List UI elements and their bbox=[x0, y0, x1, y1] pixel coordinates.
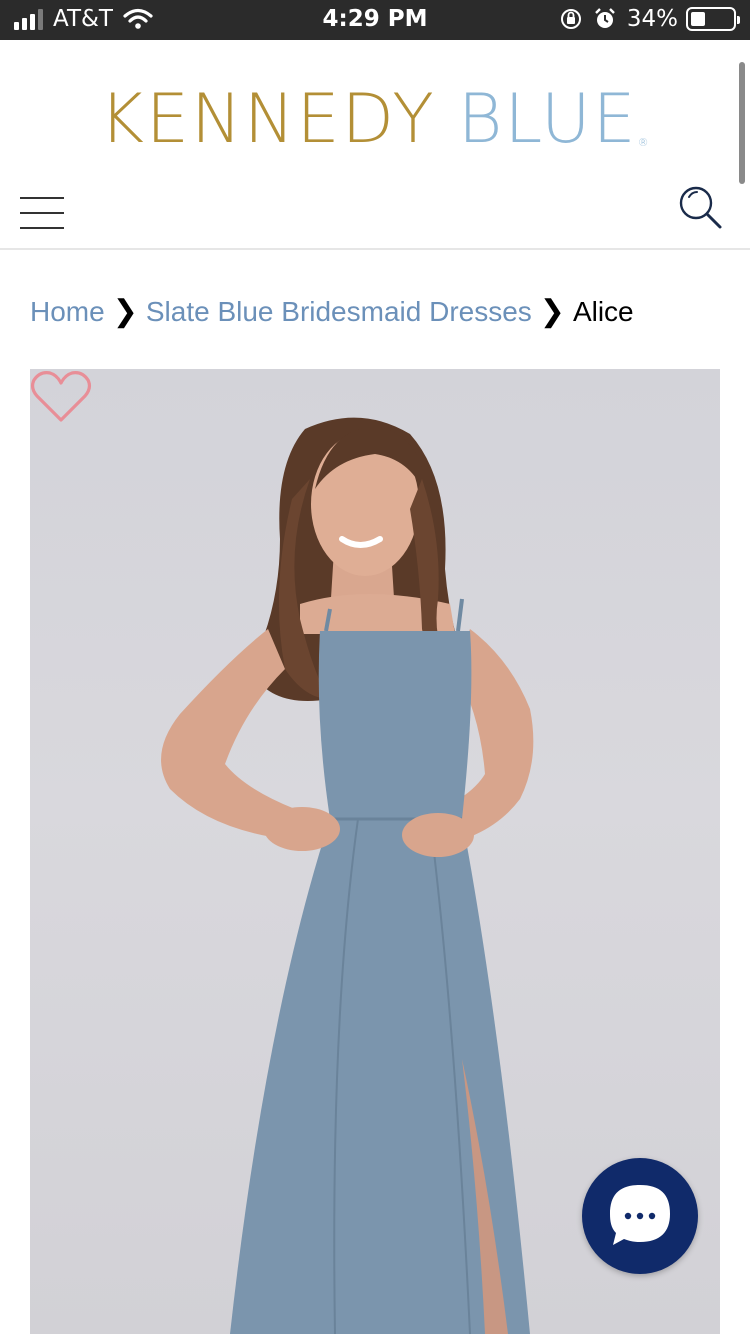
chevron-right-icon: ❯ bbox=[539, 295, 565, 328]
status-right: 34% bbox=[559, 6, 740, 32]
battery-fill bbox=[691, 12, 705, 26]
battery-icon bbox=[686, 7, 740, 31]
search-icon[interactable] bbox=[678, 185, 724, 231]
heart-outline-icon[interactable] bbox=[30, 369, 92, 425]
chat-bubble-icon bbox=[610, 1185, 670, 1245]
breadcrumb-home[interactable]: Home bbox=[30, 296, 105, 327]
orientation-lock-icon bbox=[560, 9, 581, 29]
logo-registered: ® bbox=[637, 136, 651, 149]
brand-logo[interactable]: KENNEDY BLUE® bbox=[0, 84, 750, 179]
hamburger-menu-icon[interactable] bbox=[20, 197, 64, 229]
chat-button[interactable] bbox=[582, 1158, 698, 1274]
site-header: KENNEDY BLUE® bbox=[0, 40, 750, 250]
breadcrumb: Home ❯ Slate Blue Bridesmaid Dresses ❯ Alice bbox=[30, 292, 634, 332]
breadcrumb-current: Alice bbox=[572, 296, 634, 327]
logo-kennedy: KENNEDY bbox=[99, 80, 436, 159]
breadcrumb-category[interactable]: Slate Blue Bridesmaid Dresses bbox=[146, 296, 532, 327]
scrollbar[interactable] bbox=[739, 62, 745, 184]
logo-blue: BLUE bbox=[457, 80, 638, 159]
alarm-icon bbox=[595, 8, 615, 28]
status-bar: AT&T 4:29 PM 34% bbox=[0, 0, 750, 40]
battery-percent: 34% bbox=[626, 6, 678, 32]
chevron-right-icon: ❯ bbox=[112, 295, 138, 328]
